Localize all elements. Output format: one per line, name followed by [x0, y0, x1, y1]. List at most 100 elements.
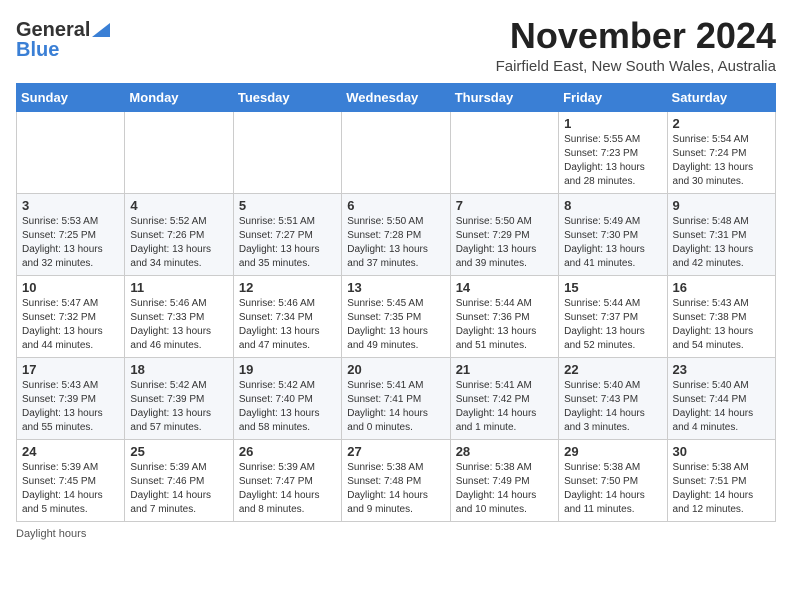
day-info: Sunrise: 5:50 AM Sunset: 7:29 PM Dayligh… [456, 216, 537, 269]
day-number: 11 [130, 280, 227, 295]
day-number: 9 [673, 198, 770, 213]
day-number: 27 [347, 444, 444, 459]
day-number: 3 [22, 198, 119, 213]
calendar-cell: 9 Sunrise: 5:48 AM Sunset: 7:31 PM Daylig… [667, 193, 775, 275]
col-monday: Monday [125, 83, 233, 111]
day-info: Sunrise: 5:38 AM Sunset: 7:48 PM Dayligh… [347, 462, 428, 515]
calendar-cell: 6Sunrise: 5:50 AM Sunset: 7:28 PM Daylig… [342, 193, 450, 275]
day-info: Sunrise: 5:44 AM Sunset: 7:37 PM Dayligh… [564, 298, 645, 351]
day-info: Sunrise: 5:46 AM Sunset: 7:33 PM Dayligh… [130, 298, 211, 351]
day-info: Sunrise: 5:55 AM Sunset: 7:23 PM Dayligh… [564, 134, 645, 187]
calendar-cell [450, 111, 558, 193]
day-number: 24 [22, 444, 119, 459]
day-info: Sunrise: 5:52 AM Sunset: 7:26 PM Dayligh… [130, 216, 211, 269]
calendar-cell: 1Sunrise: 5:55 AM Sunset: 7:23 PM Daylig… [559, 111, 667, 193]
calendar-cell: 2 Sunrise: 5:54 AM Sunset: 7:24 PM Daylig… [667, 111, 775, 193]
day-number: 14 [456, 280, 553, 295]
calendar-cell: 7 Sunrise: 5:50 AM Sunset: 7:29 PM Daylig… [450, 193, 558, 275]
calendar-week-3: 10 Sunrise: 5:47 AM Sunset: 7:32 PM Dayli… [17, 275, 776, 357]
calendar-cell: 11 Sunrise: 5:46 AM Sunset: 7:33 PM Dayli… [125, 275, 233, 357]
calendar-week-2: 3 Sunrise: 5:53 AM Sunset: 7:25 PM Daylig… [17, 193, 776, 275]
day-info: Sunrise: 5:46 AM Sunset: 7:34 PM Dayligh… [239, 298, 320, 351]
calendar-cell: 10 Sunrise: 5:47 AM Sunset: 7:32 PM Dayli… [17, 275, 125, 357]
calendar-cell: 23Sunrise: 5:40 AM Sunset: 7:44 PM Dayli… [667, 357, 775, 439]
day-info: Sunrise: 5:47 AM Sunset: 7:32 PM Dayligh… [22, 298, 103, 351]
calendar-cell: 18Sunrise: 5:42 AM Sunset: 7:39 PM Dayli… [125, 357, 233, 439]
day-number: 19 [239, 362, 336, 377]
col-thursday: Thursday [450, 83, 558, 111]
day-info: Sunrise: 5:54 AM Sunset: 7:24 PM Dayligh… [673, 134, 754, 187]
calendar-cell: 27 Sunrise: 5:38 AM Sunset: 7:48 PM Dayli… [342, 439, 450, 521]
day-number: 21 [456, 362, 553, 377]
day-info: Sunrise: 5:45 AM Sunset: 7:35 PM Dayligh… [347, 298, 428, 351]
day-number: 8 [564, 198, 661, 213]
calendar-table: Sunday Monday Tuesday Wednesday Thursday… [16, 83, 776, 522]
day-number: 26 [239, 444, 336, 459]
day-number: 28 [456, 444, 553, 459]
day-info: Sunrise: 5:41 AM Sunset: 7:42 PM Dayligh… [456, 380, 537, 433]
day-number: 25 [130, 444, 227, 459]
calendar-cell: 8 Sunrise: 5:49 AM Sunset: 7:30 PM Daylig… [559, 193, 667, 275]
calendar-cell: 19Sunrise: 5:42 AM Sunset: 7:40 PM Dayli… [233, 357, 341, 439]
calendar-cell [342, 111, 450, 193]
day-info: Sunrise: 5:42 AM Sunset: 7:39 PM Dayligh… [130, 380, 211, 433]
calendar-cell: 29 Sunrise: 5:38 AM Sunset: 7:50 PM Dayli… [559, 439, 667, 521]
logo: General Blue [16, 20, 110, 60]
day-info: Sunrise: 5:43 AM Sunset: 7:39 PM Dayligh… [22, 380, 103, 433]
location-title: Fairfield East, New South Wales, Austral… [496, 58, 776, 75]
day-info: Sunrise: 5:38 AM Sunset: 7:50 PM Dayligh… [564, 462, 645, 515]
calendar-cell: 22 Sunrise: 5:40 AM Sunset: 7:43 PM Dayli… [559, 357, 667, 439]
day-info: Sunrise: 5:39 AM Sunset: 7:45 PM Dayligh… [22, 462, 103, 515]
day-info: Sunrise: 5:41 AM Sunset: 7:41 PM Dayligh… [347, 380, 428, 433]
day-info: Sunrise: 5:49 AM Sunset: 7:30 PM Dayligh… [564, 216, 645, 269]
day-info: Sunrise: 5:48 AM Sunset: 7:31 PM Dayligh… [673, 216, 754, 269]
day-number: 10 [22, 280, 119, 295]
day-number: 5 [239, 198, 336, 213]
col-sunday: Sunday [17, 83, 125, 111]
day-number: 29 [564, 444, 661, 459]
calendar-week-1: 1Sunrise: 5:55 AM Sunset: 7:23 PM Daylig… [17, 111, 776, 193]
day-number: 23 [673, 362, 770, 377]
calendar-cell: 15 Sunrise: 5:44 AM Sunset: 7:37 PM Dayli… [559, 275, 667, 357]
calendar-week-4: 17 Sunrise: 5:43 AM Sunset: 7:39 PM Dayli… [17, 357, 776, 439]
day-number: 22 [564, 362, 661, 377]
calendar-cell: 3 Sunrise: 5:53 AM Sunset: 7:25 PM Daylig… [17, 193, 125, 275]
day-info: Sunrise: 5:40 AM Sunset: 7:43 PM Dayligh… [564, 380, 645, 433]
logo-icon [92, 23, 110, 37]
day-info: Sunrise: 5:38 AM Sunset: 7:51 PM Dayligh… [673, 462, 754, 515]
day-number: 13 [347, 280, 444, 295]
header-row: Sunday Monday Tuesday Wednesday Thursday… [17, 83, 776, 111]
calendar-cell: 5 Sunrise: 5:51 AM Sunset: 7:27 PM Daylig… [233, 193, 341, 275]
day-info: Sunrise: 5:50 AM Sunset: 7:28 PM Dayligh… [347, 216, 428, 269]
month-title: November 2024 [496, 16, 776, 56]
day-info: Sunrise: 5:51 AM Sunset: 7:27 PM Dayligh… [239, 216, 320, 269]
col-tuesday: Tuesday [233, 83, 341, 111]
title-area: November 2024 Fairfield East, New South … [496, 16, 776, 75]
header: General Blue November 2024 Fairfield Eas… [16, 16, 776, 75]
day-info: Sunrise: 5:39 AM Sunset: 7:47 PM Dayligh… [239, 462, 320, 515]
logo-blue: Blue [16, 40, 59, 60]
day-number: 12 [239, 280, 336, 295]
calendar-cell: 16Sunrise: 5:43 AM Sunset: 7:38 PM Dayli… [667, 275, 775, 357]
footer-note: Daylight hours [16, 528, 776, 540]
calendar-week-5: 24 Sunrise: 5:39 AM Sunset: 7:45 PM Dayli… [17, 439, 776, 521]
day-info: Sunrise: 5:38 AM Sunset: 7:49 PM Dayligh… [456, 462, 537, 515]
calendar-cell: 12 Sunrise: 5:46 AM Sunset: 7:34 PM Dayli… [233, 275, 341, 357]
calendar-cell: 30Sunrise: 5:38 AM Sunset: 7:51 PM Dayli… [667, 439, 775, 521]
daylight-label: Daylight hours [16, 528, 86, 540]
calendar-cell: 21 Sunrise: 5:41 AM Sunset: 7:42 PM Dayli… [450, 357, 558, 439]
day-info: Sunrise: 5:43 AM Sunset: 7:38 PM Dayligh… [673, 298, 754, 351]
col-saturday: Saturday [667, 83, 775, 111]
day-info: Sunrise: 5:39 AM Sunset: 7:46 PM Dayligh… [130, 462, 211, 515]
col-friday: Friday [559, 83, 667, 111]
day-number: 7 [456, 198, 553, 213]
day-info: Sunrise: 5:44 AM Sunset: 7:36 PM Dayligh… [456, 298, 537, 351]
calendar-cell [17, 111, 125, 193]
day-info: Sunrise: 5:53 AM Sunset: 7:25 PM Dayligh… [22, 216, 103, 269]
day-number: 17 [22, 362, 119, 377]
logo-general: General [16, 20, 90, 40]
day-number: 15 [564, 280, 661, 295]
calendar-cell [233, 111, 341, 193]
day-number: 2 [673, 116, 770, 131]
day-number: 20 [347, 362, 444, 377]
